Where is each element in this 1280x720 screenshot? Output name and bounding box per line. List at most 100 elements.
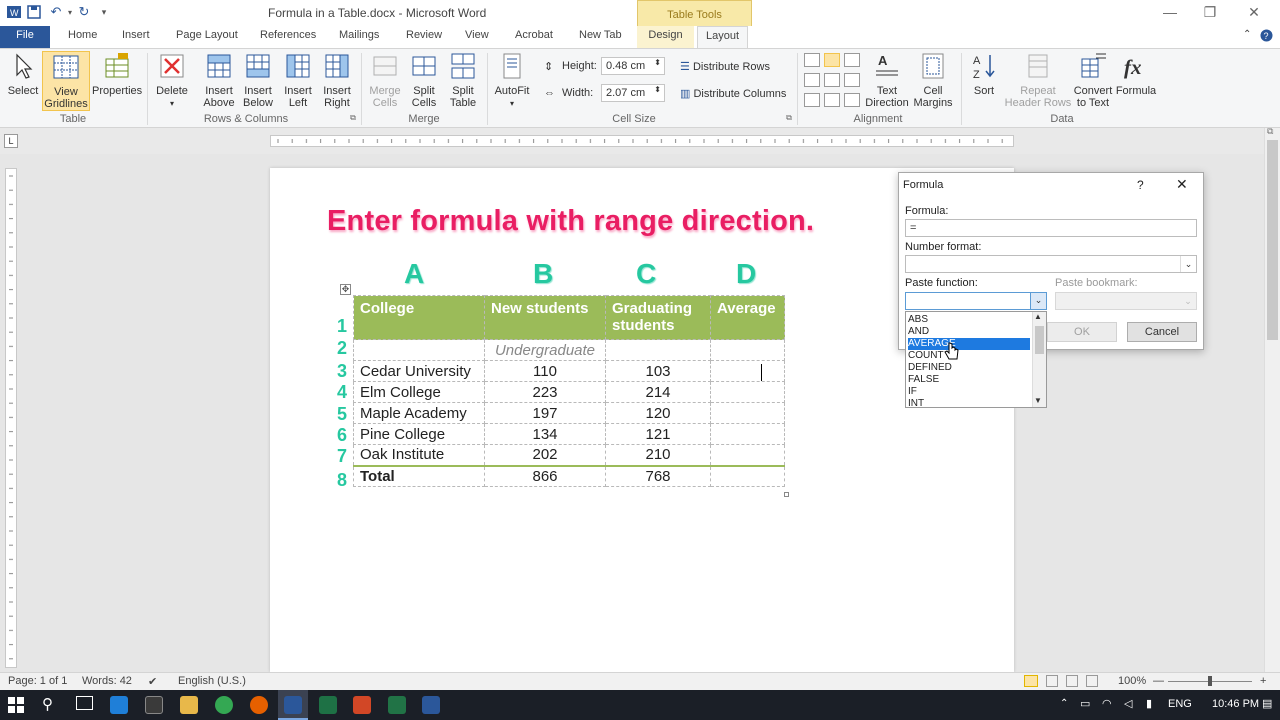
graduating-value[interactable]: 214	[605, 381, 711, 403]
graduating-value[interactable]: 121	[605, 423, 711, 445]
help-icon[interactable]: ?	[1260, 29, 1273, 45]
zoom-in-icon[interactable]: +	[1260, 675, 1266, 687]
align-bottom-right-icon[interactable]	[844, 93, 860, 107]
convert-to-text-button[interactable]: Convert to Text	[1073, 51, 1113, 109]
total-graduating[interactable]: 768	[605, 464, 711, 487]
new-students-value[interactable]: 223	[484, 381, 606, 403]
college-name[interactable]: Pine College	[353, 423, 485, 445]
vertical-scrollbar[interactable]: ⧉	[1264, 126, 1280, 672]
close-window-icon[interactable]: ✕	[1244, 4, 1264, 21]
store-icon[interactable]	[145, 696, 163, 714]
edge-browser-icon[interactable]	[110, 696, 128, 714]
outline-view-icon[interactable]	[1086, 675, 1098, 687]
select-button[interactable]: Select	[4, 51, 42, 97]
graduating-value[interactable]: 210	[605, 444, 711, 466]
customize-qat-icon[interactable]: ▾	[96, 4, 112, 20]
insert-right-button[interactable]: Insert Right	[318, 51, 356, 109]
autofit-button[interactable]: AutoFit ▾	[492, 51, 532, 110]
function-option-false[interactable]: FALSE	[908, 374, 1030, 386]
firefox-icon[interactable]	[250, 696, 268, 714]
page-count[interactable]: Page: 1 of 1	[8, 675, 67, 687]
tab-new-tab[interactable]: New Tab	[579, 29, 622, 41]
split-table-button[interactable]: Split Table	[444, 51, 482, 109]
header-graduating[interactable]: Graduating students	[605, 295, 711, 340]
read-mode-view-icon[interactable]	[1046, 675, 1058, 687]
print-layout-view-icon[interactable]	[1024, 675, 1038, 687]
wifi-icon[interactable]: ◠	[1102, 697, 1112, 710]
tab-review[interactable]: Review	[406, 29, 442, 41]
new-students-value[interactable]: 197	[484, 402, 606, 424]
taskbar-clock[interactable]: 10:46 PM	[1212, 698, 1259, 710]
split-cells-button[interactable]: Split Cells	[405, 51, 443, 109]
new-students-value[interactable]: 202	[484, 444, 606, 466]
vertical-ruler[interactable]	[5, 168, 17, 668]
repeat-header-rows-button[interactable]: Repeat Header Rows	[1004, 51, 1072, 109]
table-cell[interactable]	[710, 444, 785, 466]
table-move-handle-icon[interactable]: ✥	[340, 284, 351, 295]
college-name[interactable]: Oak Institute	[353, 444, 485, 466]
language-status[interactable]: English (U.S.)	[178, 675, 246, 687]
web-layout-view-icon[interactable]	[1066, 675, 1078, 687]
tab-file[interactable]: File	[0, 26, 50, 48]
merge-cells-button[interactable]: Merge Cells	[366, 51, 404, 109]
new-students-value[interactable]: 134	[484, 423, 606, 445]
distribute-columns-button[interactable]: ▥ Distribute Columns	[680, 87, 786, 100]
word-taskbar-button[interactable]	[278, 690, 308, 720]
minimize-icon[interactable]: —	[1160, 4, 1180, 20]
chevron-down-icon[interactable]: ⌄	[1030, 293, 1046, 309]
width-field[interactable]: 2.07 cm ⬍	[601, 84, 665, 102]
align-middle-right-icon[interactable]	[844, 73, 860, 87]
graduating-value[interactable]: 120	[605, 402, 711, 424]
tray-overflow-icon[interactable]: ⌃	[1060, 698, 1068, 709]
ruler-toggle-icon[interactable]: ⧉	[1267, 126, 1273, 137]
table-cell[interactable]	[353, 339, 485, 361]
network-icon[interactable]: ▭	[1080, 697, 1090, 710]
insert-left-button[interactable]: Insert Left	[279, 51, 317, 109]
number-format-select[interactable]: ⌄	[905, 255, 1197, 273]
task-view-icon[interactable]	[76, 696, 93, 710]
header-new-students[interactable]: New students	[484, 295, 606, 340]
align-top-right-icon[interactable]	[844, 53, 860, 67]
function-option-count[interactable]: COUNT	[908, 350, 1030, 362]
volume-icon[interactable]: ◁	[1124, 697, 1132, 710]
file-explorer-icon[interactable]	[180, 696, 198, 714]
chevron-down-icon[interactable]: ⌄	[1180, 256, 1196, 272]
college-name[interactable]: Cedar University	[353, 360, 485, 382]
function-option-and[interactable]: AND	[908, 326, 1030, 338]
delete-button[interactable]: Delete ▾	[153, 51, 191, 110]
notifications-icon[interactable]: ▤	[1262, 697, 1272, 710]
rows-columns-dialog-launcher-icon[interactable]: ⧉	[348, 113, 358, 123]
college-name[interactable]: Elm College	[353, 381, 485, 403]
search-icon[interactable]: ⚲	[42, 695, 53, 713]
function-option-int[interactable]: INT	[908, 398, 1030, 410]
list-scrollbar[interactable]: ▲ ▼	[1032, 312, 1046, 407]
width-spinner-icon[interactable]: ⬍	[654, 85, 661, 94]
app-icon[interactable]	[422, 696, 440, 714]
zoom-slider-thumb[interactable]	[1208, 676, 1212, 686]
tab-design[interactable]: Design	[637, 26, 694, 48]
powerpoint-icon[interactable]	[353, 696, 371, 714]
paste-bookmark-select[interactable]: ⌄	[1055, 292, 1197, 310]
scroll-up-icon[interactable]: ▲	[1034, 312, 1042, 321]
table-cell[interactable]	[710, 464, 785, 487]
tab-references[interactable]: References	[260, 29, 316, 41]
subheader-undergraduate[interactable]: Undergraduate	[484, 339, 606, 361]
function-option-abs[interactable]: ABS	[908, 314, 1030, 326]
proofing-icon[interactable]: ✔	[148, 675, 157, 688]
ok-button[interactable]: OK	[1047, 322, 1117, 342]
table-cell[interactable]	[605, 339, 711, 361]
tab-insert[interactable]: Insert	[122, 29, 150, 41]
excel-secondary-icon[interactable]	[388, 696, 406, 714]
text-direction-button[interactable]: A Text Direction	[864, 51, 910, 109]
header-college[interactable]: College	[353, 295, 485, 340]
graduating-value[interactable]: 103	[605, 360, 711, 382]
collapse-ribbon-icon[interactable]: ⌃	[1243, 29, 1251, 40]
tab-layout[interactable]: Layout	[697, 26, 749, 49]
tab-home[interactable]: Home	[68, 29, 97, 41]
word-count[interactable]: Words: 42	[82, 675, 132, 687]
college-name[interactable]: Maple Academy	[353, 402, 485, 424]
align-bottom-center-icon[interactable]	[824, 93, 840, 107]
insert-below-button[interactable]: Insert Below	[239, 51, 277, 109]
college-table[interactable]: College New students Graduating students …	[353, 295, 785, 487]
total-new-students[interactable]: 866	[484, 464, 606, 487]
